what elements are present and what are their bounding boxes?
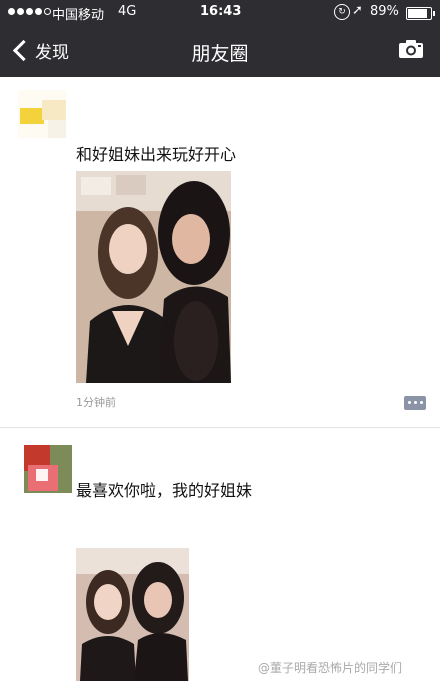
status-time: 16:43 bbox=[200, 4, 242, 19]
watermark: @董子明看恐怖片的同学们 bbox=[258, 661, 403, 675]
post-divider bbox=[0, 427, 440, 428]
status-bar: 中国移动 4G 16:43 ↻ ➚ 89% bbox=[0, 0, 440, 26]
battery-icon bbox=[406, 7, 435, 20]
top-bar: 中国移动 4G 16:43 ↻ ➚ 89% 发现 朋友圈 bbox=[0, 0, 440, 77]
location-arrow-icon: ➚ bbox=[352, 3, 363, 18]
post-text: 最喜欢你啦，我的好姐妹 bbox=[76, 481, 253, 500]
signal-strength-icon bbox=[8, 8, 51, 15]
post-text: 和好姐妹出来玩好开心 bbox=[76, 145, 237, 164]
comment-icon[interactable] bbox=[404, 396, 426, 410]
post-time: 1分钟前 bbox=[76, 396, 116, 409]
post-photo[interactable] bbox=[76, 171, 231, 383]
network-type: 4G bbox=[118, 4, 137, 19]
rotation-lock-icon: ↻ bbox=[334, 4, 350, 20]
camera-icon[interactable] bbox=[398, 39, 424, 59]
nav-bar: 发现 朋友圈 bbox=[0, 26, 440, 77]
battery-percent: 89% bbox=[370, 4, 399, 19]
avatar[interactable] bbox=[18, 90, 66, 138]
page-title: 朋友圈 bbox=[191, 43, 249, 65]
post-photo[interactable] bbox=[76, 548, 189, 681]
carrier-name: 中国移动 bbox=[52, 8, 105, 23]
avatar[interactable] bbox=[24, 445, 72, 493]
